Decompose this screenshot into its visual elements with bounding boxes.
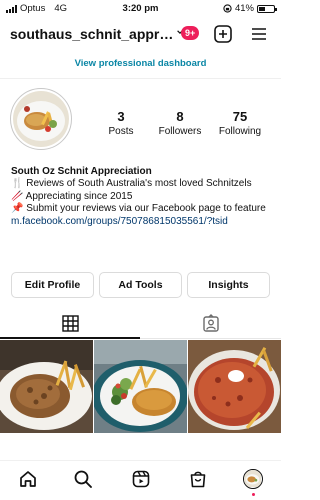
post-thumbnail[interactable]	[94, 340, 187, 433]
ad-tools-button[interactable]: Ad Tools	[99, 272, 182, 298]
profile-tabs	[0, 311, 281, 339]
followers-label: Followers	[158, 126, 202, 137]
bio-link[interactable]: m.facebook.com/groups/750786815035561/?t…	[11, 216, 275, 228]
bio-line: 🥢 Appreciating since 2015	[11, 190, 133, 202]
followers-count: 8	[176, 109, 184, 124]
grid-icon[interactable]	[62, 315, 79, 332]
bio-line: 🍴 Reviews of South Australia's most love…	[11, 178, 252, 190]
bio-name: South Oz Schnit Appreciation	[11, 166, 152, 177]
insights-button[interactable]: Insights	[187, 272, 270, 298]
profile-avatar[interactable]	[13, 91, 69, 147]
posts-label: Posts	[108, 126, 134, 137]
profile-avatar-ring[interactable]	[10, 88, 72, 150]
following-label: Following	[218, 126, 262, 137]
notification-dot	[252, 493, 255, 496]
bio-line: 📌 Submit your reviews via our Facebook p…	[11, 203, 266, 215]
active-tab-indicator	[0, 337, 140, 339]
tab-divider	[140, 337, 281, 339]
professional-dashboard-link[interactable]: View professional dashboard	[0, 58, 281, 69]
stat-following[interactable]: 75 Following	[210, 109, 270, 137]
post-thumbnail[interactable]	[0, 340, 93, 433]
profile-actions: Edit Profile Ad Tools Insights	[11, 272, 270, 298]
following-count: 75	[232, 109, 248, 124]
edit-profile-button[interactable]: Edit Profile	[11, 272, 94, 298]
battery-icon	[257, 4, 277, 13]
post-thumbnail[interactable]	[188, 340, 281, 433]
divider	[0, 78, 281, 79]
status-bar: Optus 4G 3:20 pm 41%	[0, 0, 281, 18]
stat-followers[interactable]: 8 Followers	[150, 109, 210, 137]
profile-bio: South Oz Schnit Appreciation 🍴 Reviews o…	[11, 166, 275, 228]
reels-icon[interactable]	[131, 469, 151, 489]
tagged-person-icon[interactable]	[202, 314, 220, 332]
orientation-lock-icon	[223, 4, 232, 13]
post-grid	[0, 340, 281, 433]
menu-icon[interactable]	[250, 25, 268, 43]
battery-fill	[259, 6, 265, 11]
username[interactable]: southaus_schnit_appreci...	[10, 26, 178, 42]
plus-square-icon[interactable]	[213, 24, 233, 44]
profile-avatar[interactable]	[243, 469, 263, 489]
notification-badge[interactable]: 9+	[181, 26, 200, 40]
profile-header: southaus_schnit_appreci... 9+	[0, 20, 281, 48]
bottom-nav	[0, 460, 281, 500]
home-icon[interactable]	[18, 469, 38, 489]
shop-icon[interactable]	[188, 469, 208, 489]
stat-posts[interactable]: 3 Posts	[91, 109, 151, 137]
posts-count: 3	[117, 109, 125, 124]
search-icon[interactable]	[73, 469, 93, 489]
battery-label: 41%	[234, 3, 254, 14]
status-right: 41%	[223, 3, 277, 14]
